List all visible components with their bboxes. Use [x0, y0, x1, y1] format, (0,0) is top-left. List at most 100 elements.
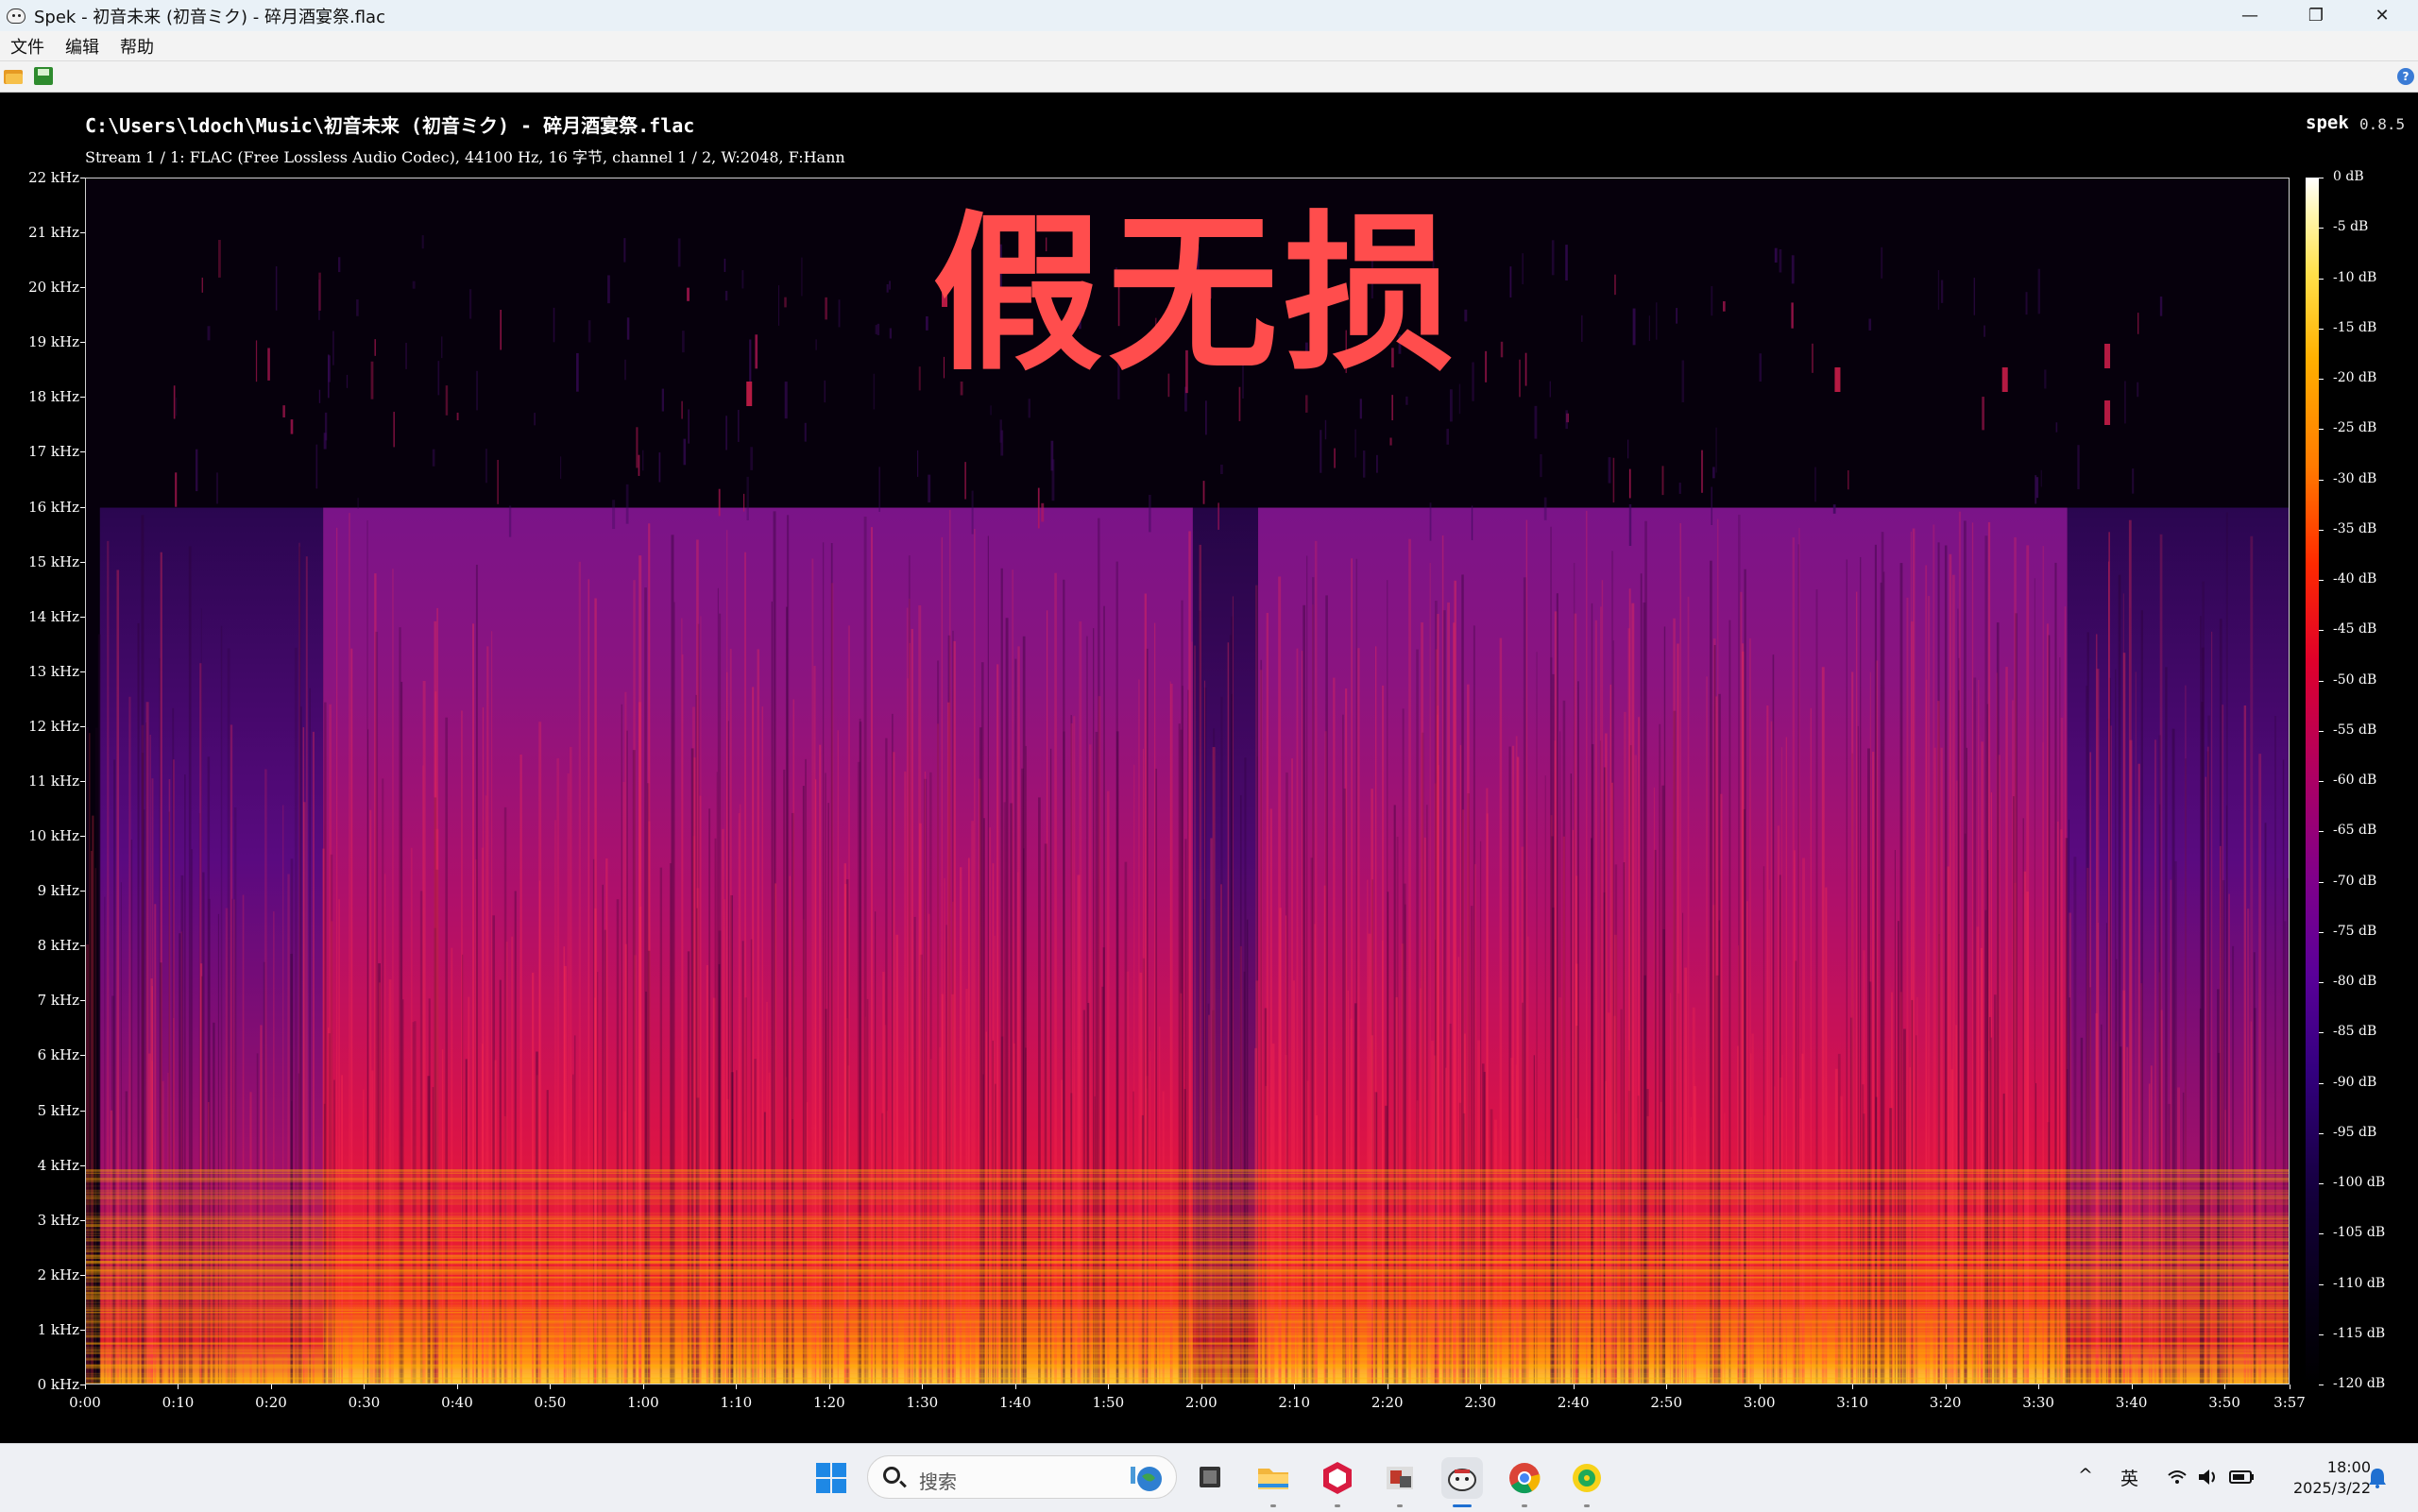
x-tick-label: 1:50 [1080, 1394, 1136, 1411]
maximize-button[interactable]: ❐ [2288, 0, 2344, 31]
hexagon-app-icon [1317, 1457, 1358, 1499]
db-tick-mark [2319, 228, 2324, 229]
y-tick-mark [80, 451, 85, 452]
db-tick-label: -105 dB [2333, 1225, 2385, 1240]
menu-file[interactable]: 文件 [0, 34, 55, 59]
app-image-button[interactable] [1379, 1457, 1421, 1499]
maximize-icon: ❐ [2308, 6, 2324, 25]
y-tick-mark [80, 287, 85, 288]
db-tick-label: -95 dB [2333, 1125, 2376, 1140]
ime-indicator[interactable]: 英 [2120, 1465, 2138, 1490]
running-indicator [1397, 1504, 1403, 1507]
spek-app-name: spek [2306, 112, 2349, 133]
db-tick-mark [2319, 982, 2324, 983]
x-tick-mark [1574, 1385, 1575, 1389]
system-clock[interactable]: 18:00 2025/3/22 [2293, 1457, 2371, 1499]
volume-icon[interactable] [2197, 1467, 2220, 1487]
x-tick-mark [736, 1385, 737, 1389]
db-tick-label: -45 dB [2333, 621, 2376, 637]
x-tick-label: 2:50 [1638, 1394, 1694, 1411]
save-image-button[interactable] [34, 67, 53, 85]
x-tick-label: 0:40 [429, 1394, 485, 1411]
app-hex-button[interactable] [1317, 1457, 1358, 1499]
x-tick-label: 3:50 [2196, 1394, 2253, 1411]
y-tick-mark [80, 1000, 85, 1001]
window-title: Spek - 初音未来 (初音ミク) - 碎月酒宴祭.flac [34, 4, 385, 28]
y-tick-label: 22 kHz [4, 169, 79, 186]
y-tick-mark [80, 1165, 85, 1166]
clock-date: 2025/3/22 [2293, 1478, 2371, 1499]
menu-edit[interactable]: 编辑 [55, 34, 110, 59]
y-tick-label: 21 kHz [4, 224, 79, 241]
x-tick-label: 1:30 [894, 1394, 950, 1411]
x-tick-label: 0:30 [335, 1394, 392, 1411]
globe-icon [1127, 1463, 1165, 1493]
db-tick-label: -15 dB [2333, 320, 2376, 335]
start-button[interactable] [810, 1457, 852, 1499]
y-tick-mark [80, 1220, 85, 1221]
db-tick-label: -75 dB [2333, 924, 2376, 939]
y-tick-mark [80, 232, 85, 233]
spek-taskbar-button[interactable] [1441, 1457, 1483, 1499]
tray-overflow-chevron[interactable]: ^ [2078, 1465, 2093, 1486]
spek-app-icon [6, 6, 26, 26]
y-tick-mark [80, 945, 85, 946]
wifi-icon[interactable] [2167, 1469, 2188, 1486]
db-tick-mark [2319, 480, 2324, 481]
x-tick-label: 0:50 [521, 1394, 578, 1411]
y-tick-label: 17 kHz [4, 443, 79, 460]
open-file-button[interactable] [4, 67, 23, 84]
db-tick-label: -85 dB [2333, 1024, 2376, 1039]
x-tick-label: 0:00 [57, 1394, 113, 1411]
x-tick-label: 3:40 [2103, 1394, 2160, 1411]
music-app-icon [1566, 1457, 1608, 1499]
x-tick-mark [1480, 1385, 1481, 1389]
taskbar: 搜索 [0, 1443, 2418, 1512]
notification-bell-icon[interactable] [2367, 1467, 2388, 1489]
taskbar-search[interactable]: 搜索 [867, 1455, 1177, 1499]
x-tick-label: 2:20 [1359, 1394, 1416, 1411]
db-tick-mark [2319, 279, 2324, 280]
x-tick-label: 1:20 [801, 1394, 858, 1411]
about-button[interactable]: ? [2397, 68, 2414, 85]
running-indicator [1584, 1504, 1590, 1507]
menu-help[interactable]: 帮助 [110, 34, 164, 59]
x-tick-mark [1946, 1385, 1947, 1389]
y-tick-mark [80, 891, 85, 892]
spek-icon [1441, 1457, 1483, 1499]
y-tick-mark [80, 1055, 85, 1056]
db-tick-mark [2319, 1032, 2324, 1033]
x-tick-mark [1108, 1385, 1109, 1389]
windows-logo-icon [810, 1457, 852, 1499]
x-tick-mark [85, 1385, 86, 1389]
db-tick-mark [2319, 1083, 2324, 1084]
close-button[interactable]: ✕ [2354, 0, 2410, 31]
x-tick-mark [1294, 1385, 1295, 1389]
x-tick-label: 1:40 [987, 1394, 1044, 1411]
music-app-button[interactable] [1566, 1457, 1608, 1499]
db-tick-mark [2319, 1233, 2324, 1234]
y-tick-mark [80, 562, 85, 563]
chrome-button[interactable] [1504, 1457, 1545, 1499]
battery-icon[interactable] [2229, 1469, 2256, 1486]
task-view-button[interactable] [1188, 1457, 1230, 1499]
db-tick-mark [2319, 630, 2324, 631]
db-tick-mark [2319, 681, 2324, 682]
y-tick-mark [80, 726, 85, 727]
db-tick-mark [2319, 1284, 2324, 1285]
x-tick-label: 3:00 [1731, 1394, 1788, 1411]
db-tick-label: -10 dB [2333, 270, 2376, 285]
db-tick-mark [2319, 530, 2324, 531]
file-explorer-button[interactable] [1252, 1457, 1294, 1499]
y-tick-label: 12 kHz [4, 718, 79, 735]
db-tick-label: -100 dB [2333, 1175, 2385, 1190]
db-tick-mark [2319, 379, 2324, 380]
y-tick-label: 8 kHz [4, 937, 79, 954]
db-color-scale [2306, 178, 2319, 1385]
x-tick-label: 3:30 [2010, 1394, 2067, 1411]
y-tick-label: 18 kHz [4, 388, 79, 405]
minimize-button[interactable]: — [2222, 0, 2278, 31]
y-tick-label: 15 kHz [4, 553, 79, 570]
file-path: C:\Users\ldoch\Music\初音未来 (初音ミク) - 碎月酒宴祭… [85, 110, 694, 138]
close-icon: ✕ [2375, 6, 2389, 25]
